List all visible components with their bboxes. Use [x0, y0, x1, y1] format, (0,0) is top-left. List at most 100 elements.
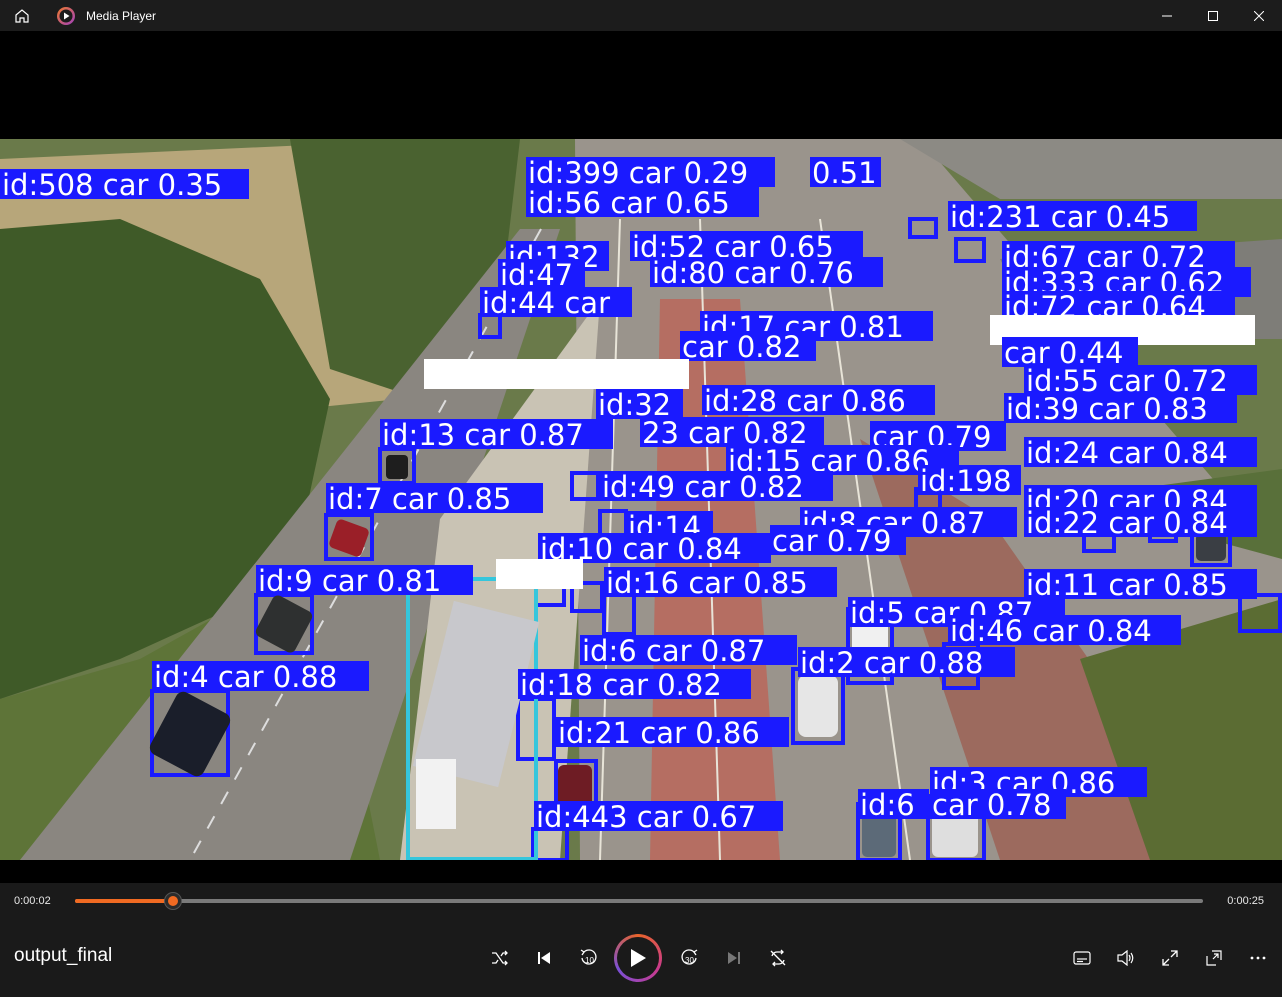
- play-icon: [631, 949, 646, 967]
- detection-label: id:7 car 0.85: [326, 482, 543, 516]
- current-time: 0:00:02: [14, 895, 51, 907]
- repeat-off-icon: [770, 949, 786, 967]
- skip-forward-30-button[interactable]: 30: [668, 936, 712, 980]
- detection-label: car 0.79: [770, 524, 906, 558]
- minimize-button[interactable]: [1144, 0, 1190, 31]
- fullscreen-button[interactable]: [1148, 936, 1192, 980]
- detection-label-text: id:24 car 0.84: [1026, 436, 1228, 470]
- detection-label: 0.51: [810, 156, 881, 190]
- video-area[interactable]: id:508 car 0.35 id:399 car 0.29 0.51 id:56 …: [0, 31, 1282, 883]
- detection-label: id:16 car 0.85: [604, 566, 837, 600]
- detection-label: id:4 car 0.88: [152, 660, 369, 694]
- detection-label-text: id:49 car 0.82: [602, 470, 804, 504]
- detection-label-text: id:4 car 0.88: [154, 660, 337, 694]
- detection-label-text: truck: [498, 558, 573, 592]
- detection-label: id:39 car 0.83: [1004, 392, 1237, 426]
- detection-label-text: id:16 car 0.85: [606, 566, 808, 600]
- subtitles-button[interactable]: [1060, 936, 1104, 980]
- detection-label: car 0.78: [930, 788, 1066, 822]
- subtitles-icon: [1073, 951, 1091, 965]
- svg-text:10: 10: [585, 956, 594, 965]
- previous-button[interactable]: [522, 936, 566, 980]
- detection-label-text: id:87 truck 0.73: [426, 358, 657, 392]
- title-bar: Media Player: [0, 0, 1282, 31]
- skip-back-10-button[interactable]: 10: [566, 936, 610, 980]
- fullscreen-icon: [1162, 950, 1178, 966]
- more-options-button[interactable]: [1236, 936, 1280, 980]
- video-frame[interactable]: id:508 car 0.35 id:399 car 0.29 0.51 id:56 …: [0, 139, 1282, 860]
- detection-label: id:443 car 0.67: [534, 800, 783, 834]
- detection-label-text: id:399 car 0.29: [528, 156, 748, 190]
- detection-label-text: id:11 car 0.85: [1026, 568, 1228, 602]
- volume-button[interactable]: [1104, 936, 1148, 980]
- minimize-icon: [1162, 15, 1172, 16]
- skip-forward-30-icon: 30: [681, 949, 698, 965]
- detection-label-text: id:44 car: [482, 286, 610, 320]
- detection-label-text: id:18 car 0.82: [520, 668, 722, 702]
- previous-icon: [538, 952, 550, 964]
- volume-icon: [1117, 950, 1134, 966]
- shuffle-button[interactable]: [478, 936, 522, 980]
- detection-label: id:6: [858, 788, 929, 822]
- detection-label: truck: [496, 558, 583, 592]
- home-icon: [15, 8, 29, 23]
- detection-label: id:24 car 0.84: [1024, 436, 1257, 470]
- repeat-button[interactable]: [756, 936, 800, 980]
- player-controls: 0:00:02 0:00:25 output_final 10 30: [0, 883, 1282, 997]
- more-icon: [1250, 956, 1266, 960]
- detection-label: car 0.82: [680, 330, 816, 364]
- play-button[interactable]: [614, 934, 662, 982]
- detection-label-text: id:46 car 0.84: [950, 614, 1152, 648]
- maximize-icon: [1208, 10, 1218, 21]
- detection-label: id:22 car 0.84: [1024, 506, 1257, 540]
- detection-label-text: id:443 car 0.67: [536, 800, 756, 834]
- svg-text:30: 30: [685, 956, 694, 965]
- next-button[interactable]: [712, 936, 756, 980]
- detection-label-text: id:6 car 0.87: [582, 634, 765, 668]
- detection-label-text: id:7 car 0.85: [328, 482, 511, 516]
- detection-label-text: id:80 car 0.76: [652, 256, 854, 290]
- detection-label: id:80 car 0.76: [650, 256, 883, 290]
- detection-label: id:13 car 0.87: [380, 418, 613, 452]
- detection-label-text: id:198: [920, 464, 1012, 498]
- detection-label: id:28 car 0.86: [702, 384, 935, 418]
- detection-label-text: id:231 car 0.45: [950, 200, 1170, 234]
- detection-label-text: id:13 car 0.87: [382, 418, 584, 452]
- detection-label-text: car 0.82: [682, 330, 801, 364]
- detection-label: id:2 car 0.88: [798, 646, 1015, 680]
- detection-label-text: id:22 car 0.84: [1026, 506, 1228, 540]
- detection-label: id:9 car 0.81: [256, 564, 473, 598]
- detection-label-text: car 0.79: [772, 524, 891, 558]
- next-icon: [728, 952, 740, 964]
- detection-label: id:49 car 0.82: [600, 470, 833, 504]
- detection-label: id:399 car 0.29: [526, 156, 775, 190]
- detection-label-text: 0.51: [812, 156, 877, 190]
- detection-label: id:46 car 0.84: [948, 614, 1181, 648]
- seek-bar[interactable]: [75, 892, 1203, 910]
- detection-label: id:56 car 0.65: [526, 186, 759, 220]
- seek-progress: [75, 899, 174, 903]
- mini-player-button[interactable]: [1192, 936, 1236, 980]
- detection-label-text: id:9 car 0.81: [258, 564, 441, 598]
- detection-label-text: id:39 car 0.83: [1006, 392, 1208, 426]
- detection-label-text: id:56 car 0.65: [528, 186, 730, 220]
- skip-back-10-icon: 10: [580, 949, 597, 965]
- mini-player-icon: [1206, 950, 1222, 966]
- detection-label-text: id:6: [860, 788, 915, 822]
- window-title: Media Player: [86, 8, 157, 23]
- detection-label-text: car 0.78: [932, 788, 1051, 822]
- maximize-button[interactable]: [1190, 0, 1236, 31]
- detection-label-text: id:2 car 0.88: [800, 646, 983, 680]
- detection-label: id:18 car 0.82: [518, 668, 751, 702]
- detection-label: id:21 car 0.86: [556, 716, 789, 750]
- video-canvas: id:508 car 0.35 id:399 car 0.29 0.51 id:56 …: [0, 139, 1282, 860]
- detection-label: id:44 car: [480, 286, 632, 320]
- detection-label-text: id:28 car 0.86: [704, 384, 906, 418]
- close-button[interactable]: [1236, 0, 1282, 31]
- seek-thumb[interactable]: [164, 892, 183, 910]
- shuffle-icon: [492, 950, 508, 966]
- detection-label-text: id:508 car 0.35: [2, 168, 222, 202]
- detection-label: id:508 car 0.35: [0, 168, 249, 202]
- home-button[interactable]: [0, 0, 44, 31]
- detection-label: id:11 car 0.85: [1024, 568, 1257, 602]
